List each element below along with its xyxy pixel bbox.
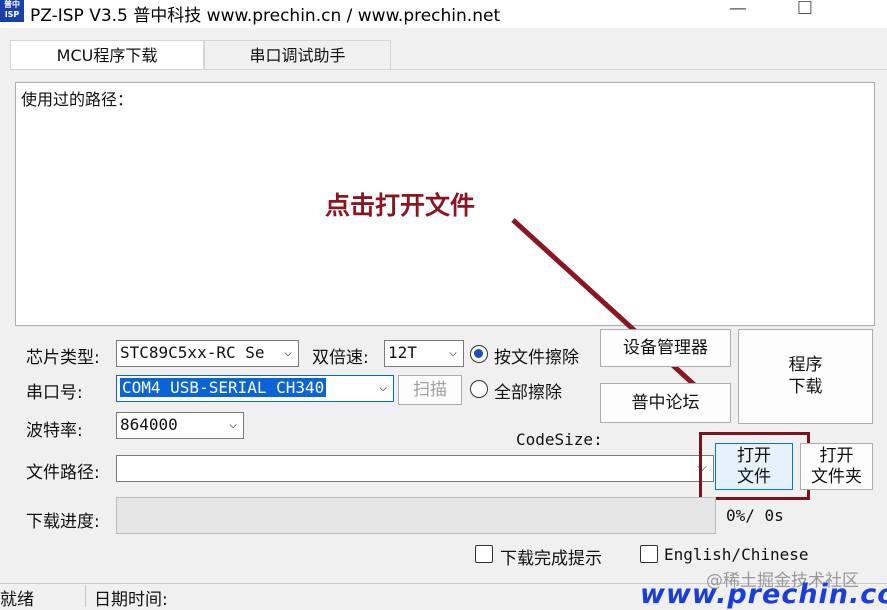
language-checkbox[interactable] <box>640 545 658 563</box>
minimize-icon[interactable]: — <box>715 0 761 26</box>
annotation-text: 点击打开文件 <box>325 191 476 220</box>
chevron-down-icon: ⌵ <box>229 417 237 432</box>
status-ready: 就绪 <box>0 585 86 610</box>
double-speed-label: 双倍速: <box>312 348 369 368</box>
program-download-button[interactable]: 程序 下载 <box>738 329 873 424</box>
forum-button[interactable]: 普中论坛 <box>600 383 731 423</box>
title-bar: 普中 ISP PZ-ISP V3.5 普中科技 www.prechin.cn /… <box>0 0 887 28</box>
erase-by-file-radio[interactable] <box>470 345 488 363</box>
progress-bar <box>116 497 716 534</box>
site-watermark: www.prechin.co <box>640 579 887 610</box>
status-datetime-label: 日期时间: <box>94 590 168 610</box>
language-label: English/Chinese <box>664 545 809 564</box>
chip-type-value: STC89C5xx-RC Se <box>120 343 265 362</box>
path-history-label: 使用过的路径： <box>21 90 134 109</box>
erase-all-label: 全部擦除 <box>494 383 562 403</box>
chevron-down-icon: ⌵ <box>379 380 387 395</box>
chip-type-select[interactable]: STC89C5xx-RC Se ⌵ <box>116 340 299 367</box>
app-logo-icon: 普中 ISP <box>0 0 24 22</box>
com-port-select[interactable]: COM4 USB-SERIAL CH340 ⌵ <box>116 375 394 402</box>
baud-select[interactable]: 864000 ⌵ <box>116 412 244 439</box>
chevron-down-icon: ⌵ <box>449 345 457 360</box>
baud-label: 波特率: <box>26 421 83 441</box>
download-done-label: 下载完成提示 <box>500 549 602 569</box>
progress-text: 0%/ 0s <box>726 506 784 525</box>
double-speed-value: 12T <box>388 343 417 362</box>
file-path-label: 文件路径: <box>26 463 100 483</box>
file-path-combo[interactable]: ⌵ <box>116 455 714 482</box>
chip-type-label: 芯片类型: <box>26 348 100 368</box>
double-speed-select[interactable]: 12T ⌵ <box>384 340 464 367</box>
chevron-down-icon: ⌵ <box>284 345 292 360</box>
progress-label: 下载进度: <box>26 512 100 532</box>
window-title: PZ-ISP V3.5 普中科技 www.prechin.cn / www.pr… <box>30 6 501 26</box>
erase-all-radio[interactable] <box>470 380 488 398</box>
download-done-checkbox[interactable] <box>475 545 493 563</box>
open-folder-button[interactable]: 打开 文件夹 <box>800 443 873 490</box>
tab-serial-assistant[interactable]: 串口调试助手 <box>204 40 391 70</box>
device-manager-button[interactable]: 设备管理器 <box>600 329 731 367</box>
scan-button[interactable]: 扫描 <box>398 375 462 405</box>
code-size-label: CodeSize: <box>516 430 603 449</box>
maximize-icon[interactable]: ☐ <box>782 0 828 26</box>
open-file-button[interactable]: 打开 文件 <box>715 443 793 490</box>
tab-mcu-download[interactable]: MCU程序下载 <box>10 40 204 70</box>
com-port-label: 串口号: <box>26 383 83 403</box>
baud-value: 864000 <box>120 415 178 434</box>
com-port-value: COM4 USB-SERIAL CH340 <box>120 378 327 397</box>
erase-by-file-label: 按文件擦除 <box>494 348 579 368</box>
